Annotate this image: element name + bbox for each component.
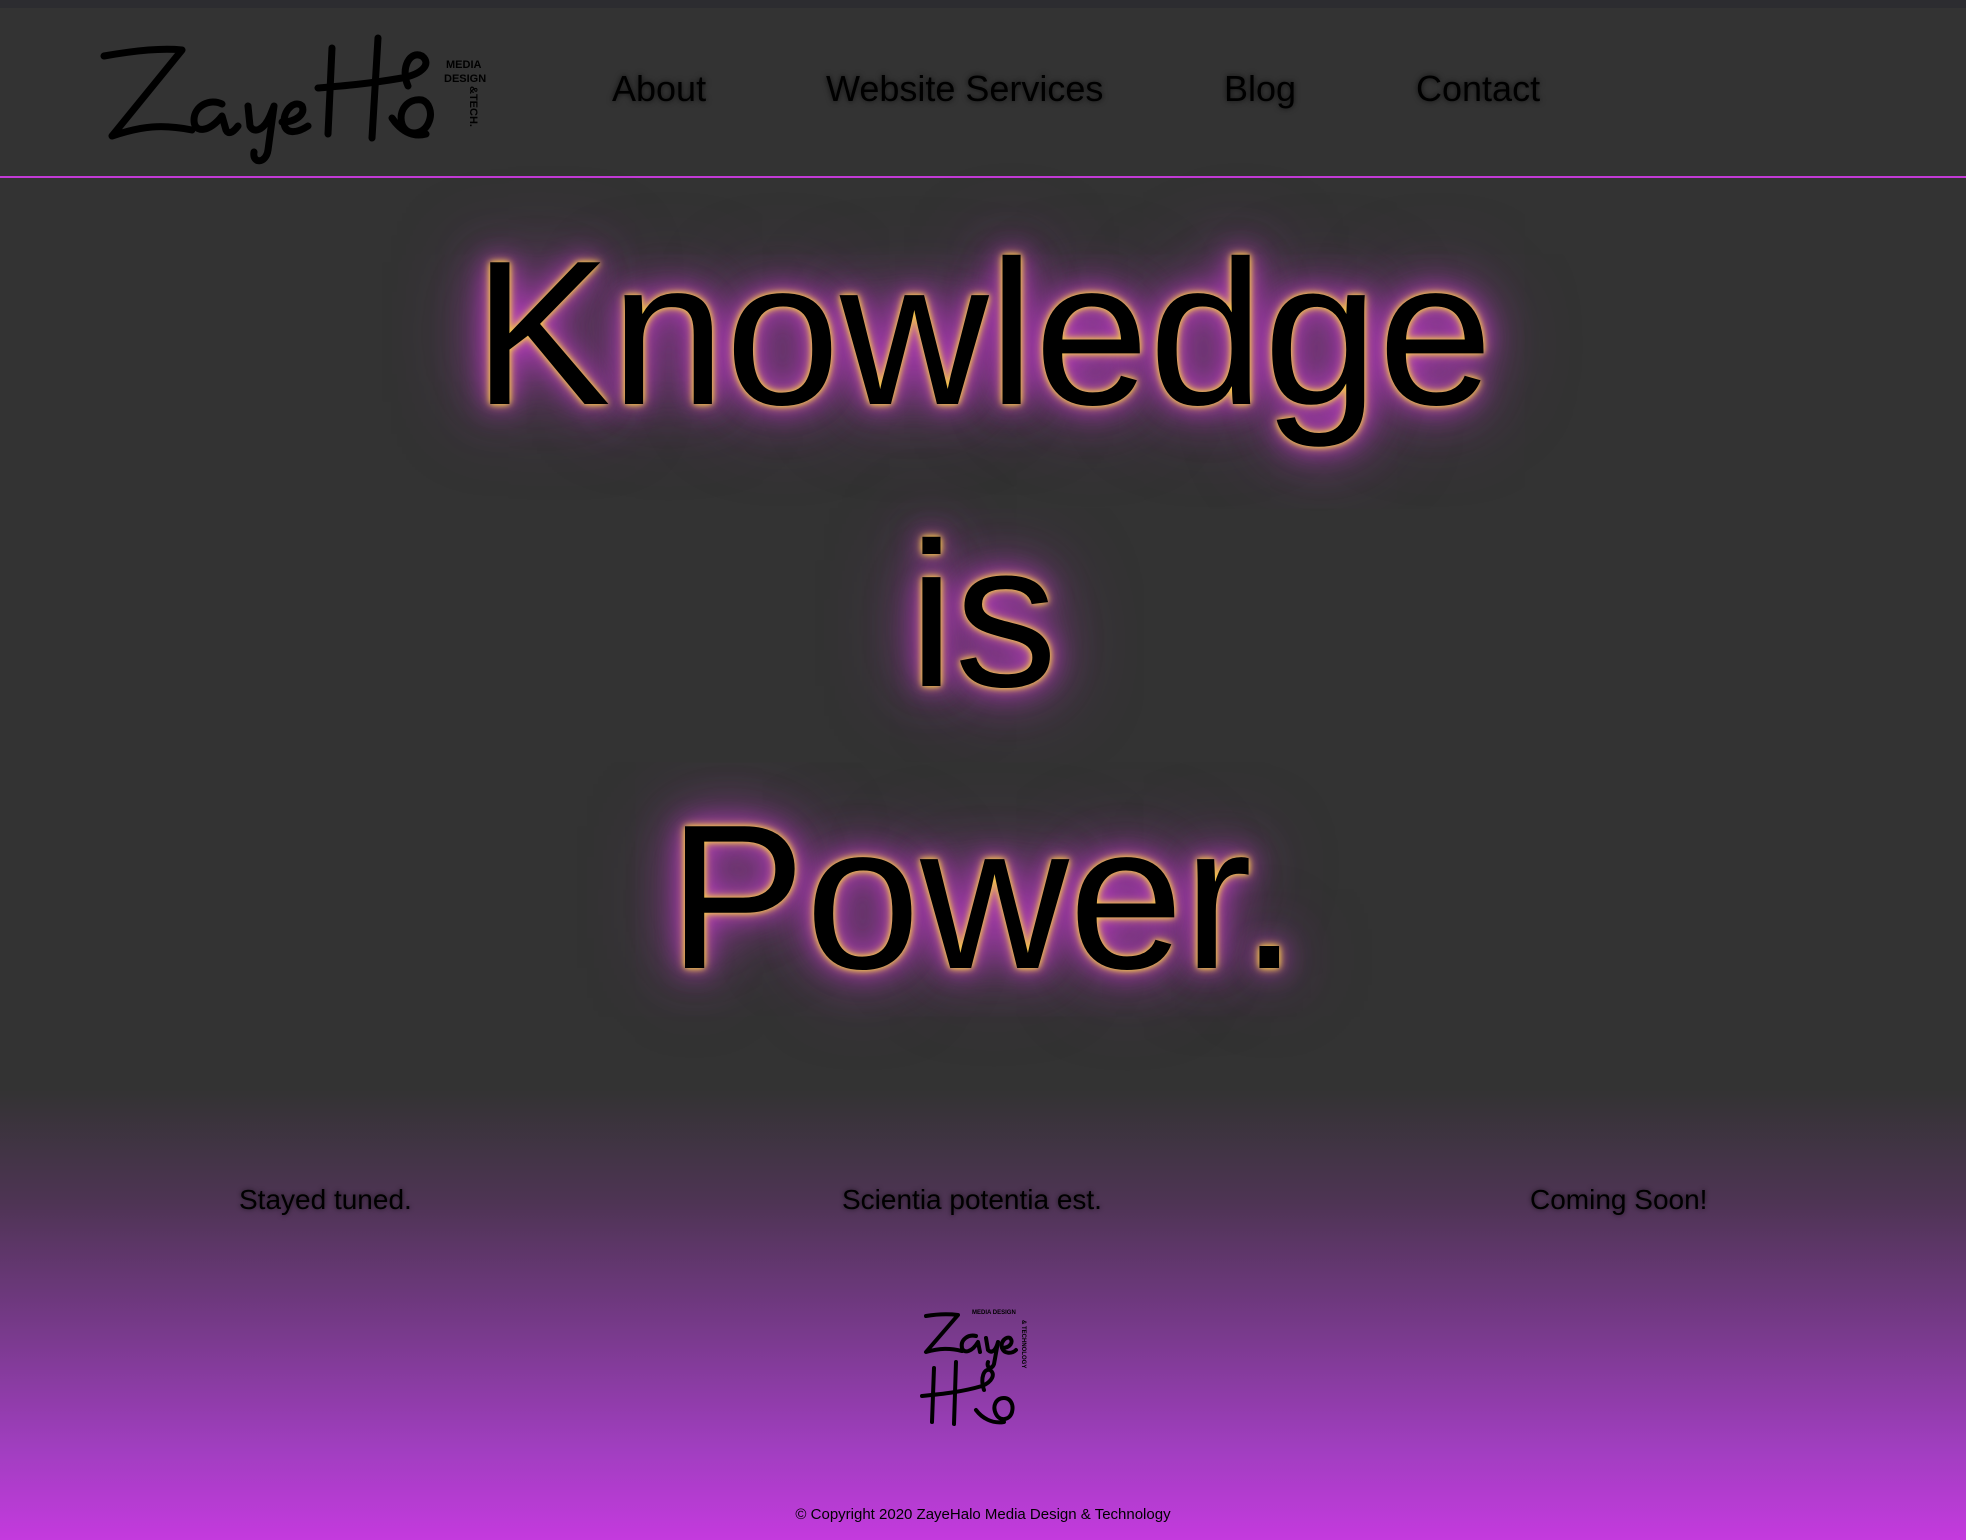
svg-text:MEDIA DESIGN: MEDIA DESIGN [972,1310,1016,1316]
nav-blog-link[interactable]: Blog [1224,68,1296,110]
nav-about-link[interactable]: About [612,68,706,110]
footer-logo[interactable]: MEDIA DESIGN & TECHNOLOGY [912,1306,1036,1428]
site-header: MEDIA DESIGN &TECH. About Website Servic… [0,8,1966,178]
nav-website-services-link[interactable]: Website Services [826,68,1103,110]
brand-logo[interactable]: MEDIA DESIGN &TECH. [82,26,492,166]
hero-line-is: is [908,500,1058,730]
svg-text:& TECHNOLOGY: & TECHNOLOGY [1020,1320,1026,1368]
svg-text:MEDIA: MEDIA [446,59,482,71]
hero-line-power: Power. [668,782,1298,1012]
hero-line-knowledge: Knowledge [473,218,1493,448]
tagline-stay-tuned: Stayed tuned. [239,1184,412,1215]
copyright-text: © Copyright 2020 ZayeHalo Media Design &… [795,1506,1171,1523]
tagline-coming-soon: Coming Soon! [1530,1184,1708,1215]
svg-text:&TECH.: &TECH. [467,86,479,127]
nav-contact-link[interactable]: Contact [1416,68,1540,110]
tagline-scientia: Scientia potentia est. [842,1184,1102,1215]
svg-text:DESIGN: DESIGN [444,73,486,85]
